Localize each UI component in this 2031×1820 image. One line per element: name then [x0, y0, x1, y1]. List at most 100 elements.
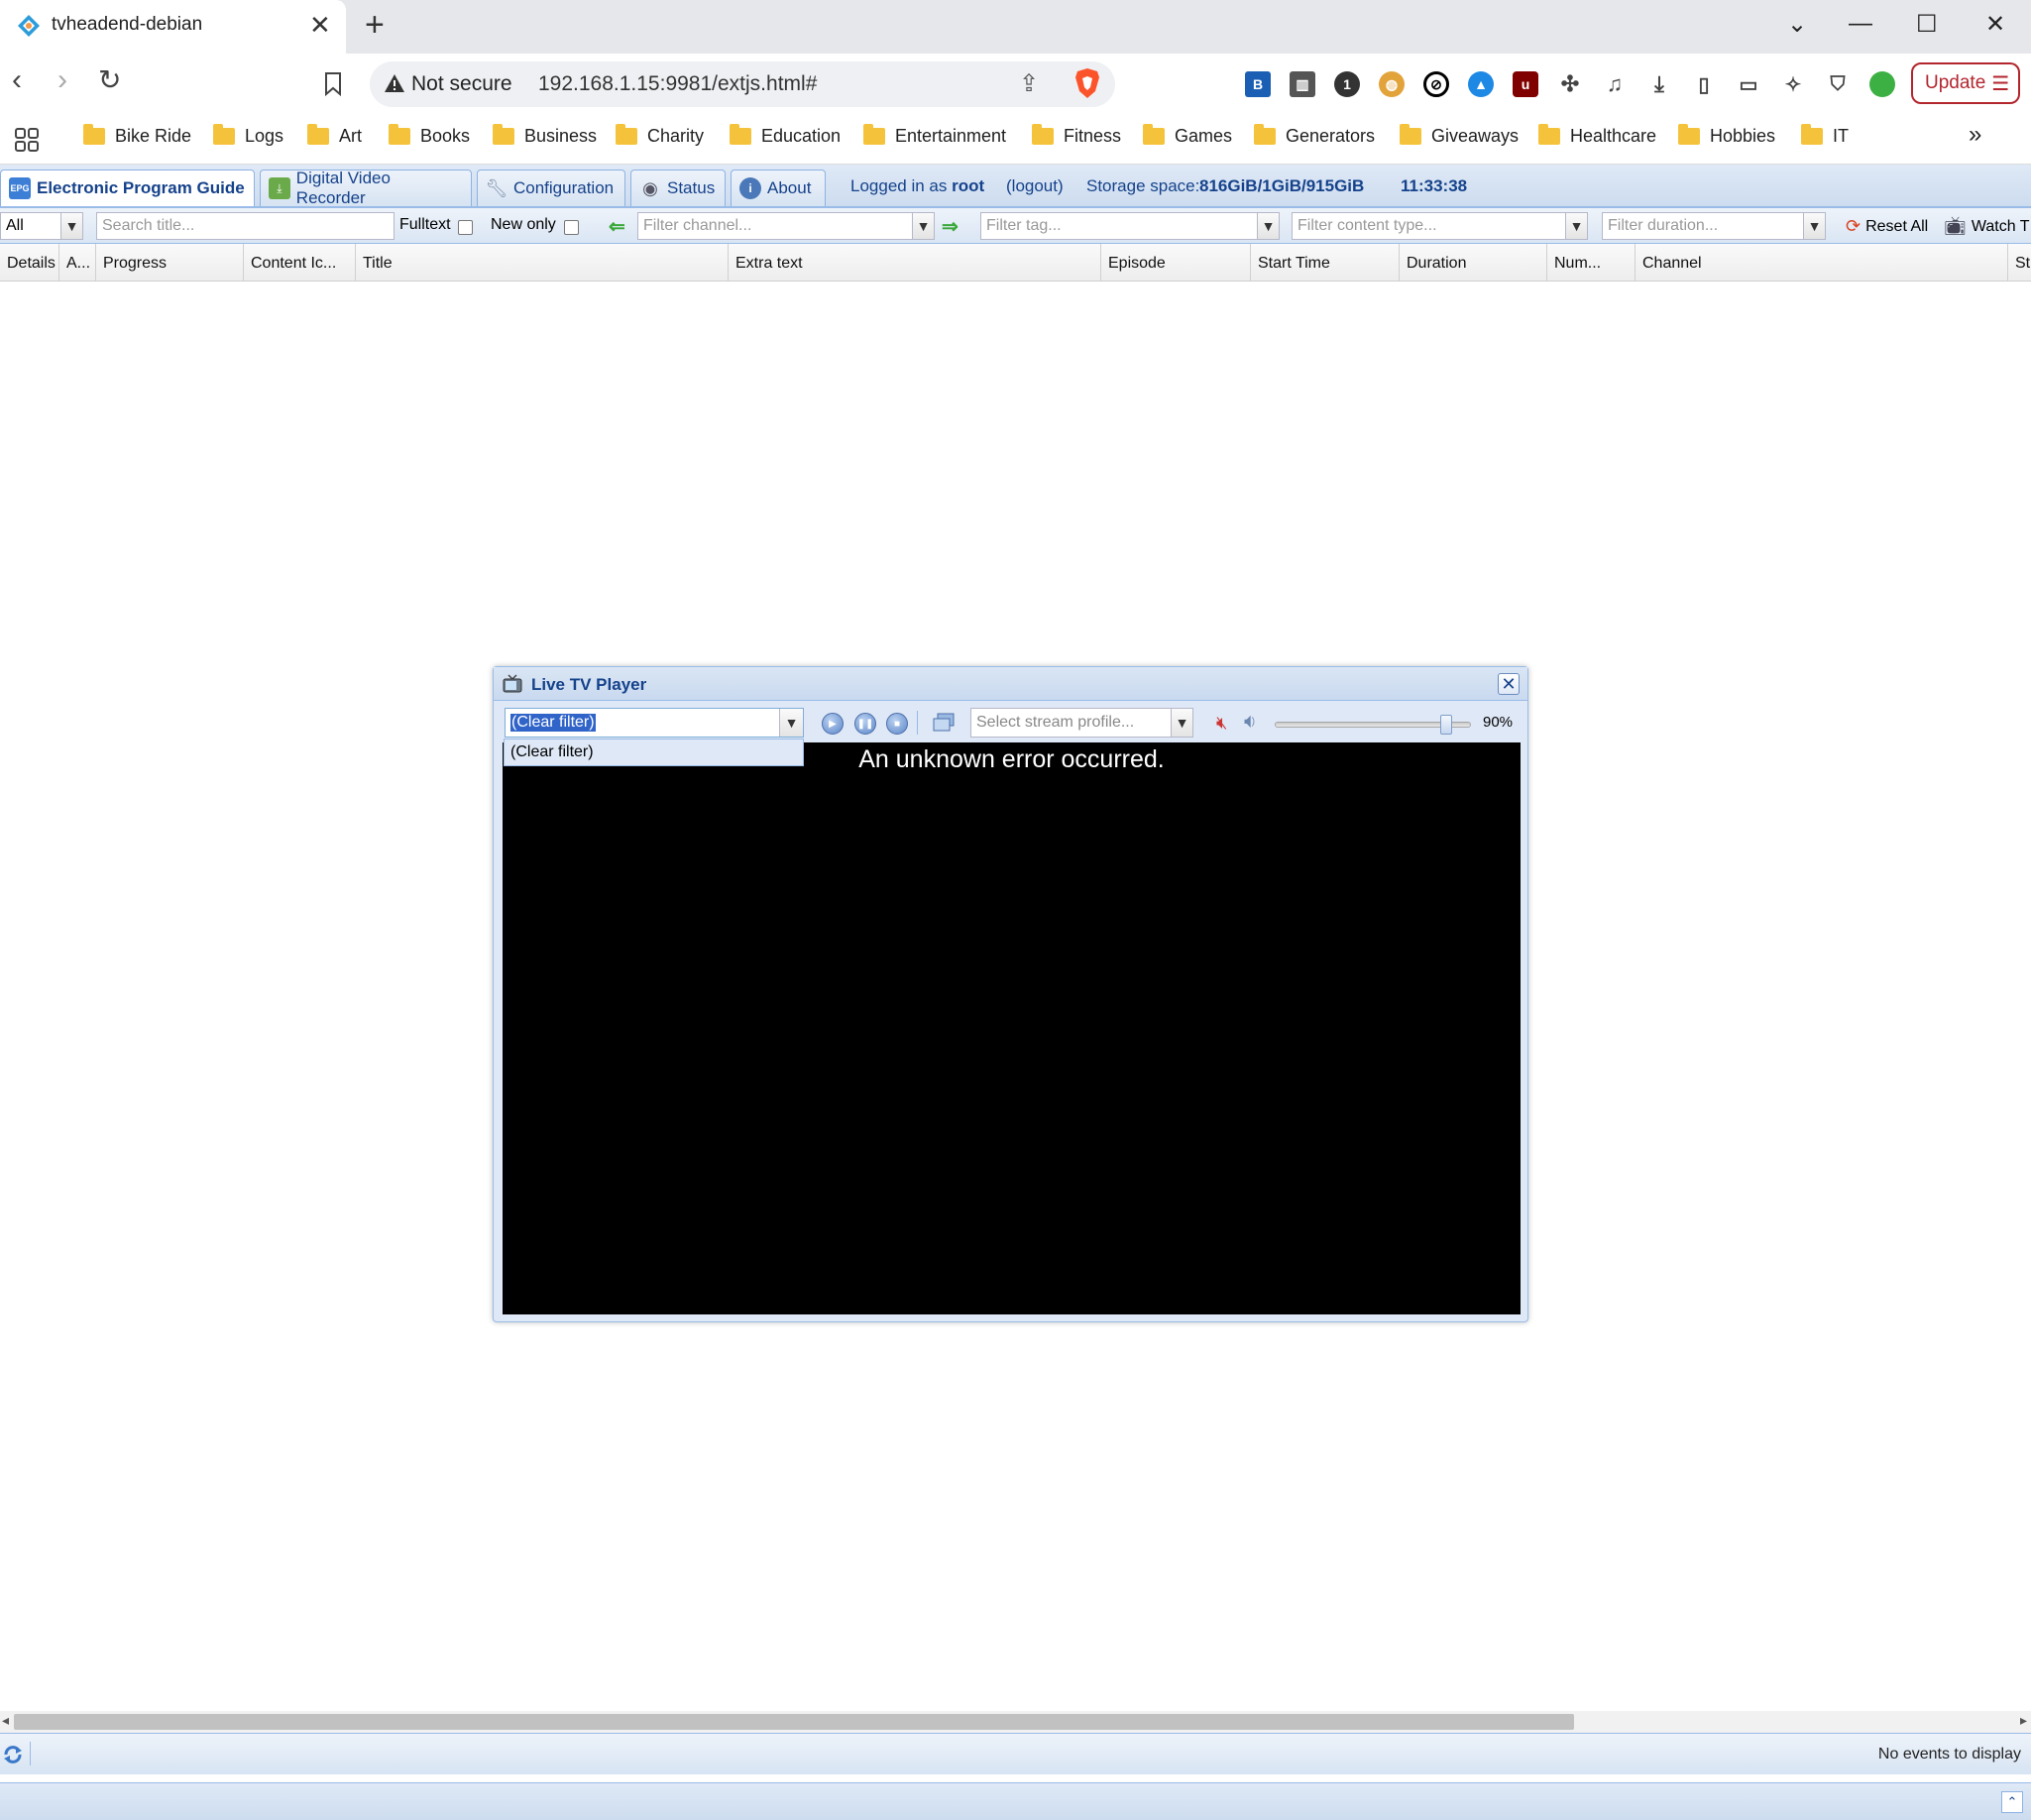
- extension-1password-icon[interactable]: 1: [1334, 71, 1360, 97]
- chevron-down-icon[interactable]: ▼: [1257, 213, 1279, 239]
- address-bar[interactable]: Not secure 192.168.1.15:9981/extjs.html#…: [370, 61, 1115, 107]
- logout-link[interactable]: (logout): [1006, 176, 1064, 196]
- reset-all-button[interactable]: ⟳ Reset All: [1846, 216, 1928, 237]
- new-only-checkbox[interactable]: [564, 220, 579, 235]
- fulltext-checkbox[interactable]: [458, 220, 473, 235]
- volume-slider[interactable]: [1275, 715, 1471, 735]
- previous-channel-arrow-icon[interactable]: ⇐: [609, 214, 625, 239]
- column-header[interactable]: Progress: [96, 244, 244, 282]
- bookmark-folder[interactable]: Games: [1143, 124, 1232, 147]
- bookmark-folder[interactable]: Business: [493, 124, 597, 147]
- wallet-icon[interactable]: ▭: [1736, 71, 1761, 97]
- share-icon[interactable]: ⇪: [1019, 69, 1039, 98]
- profile-avatar-icon[interactable]: [1869, 71, 1895, 97]
- bookmark-page-icon[interactable]: [323, 71, 343, 97]
- column-header[interactable]: Channel: [1636, 244, 2008, 282]
- chevron-down-icon[interactable]: ▼: [912, 213, 934, 239]
- tag-filter-combo[interactable]: Filter tag... ▼: [980, 212, 1280, 240]
- next-channel-arrow-icon[interactable]: ⇒: [942, 214, 959, 239]
- reload-icon[interactable]: ↻: [98, 63, 121, 96]
- column-header[interactable]: Title: [356, 244, 729, 282]
- leo-ai-icon[interactable]: ✧: [1780, 71, 1806, 97]
- chevron-down-icon[interactable]: ▼: [1565, 213, 1587, 239]
- not-secure-label[interactable]: Not secure: [411, 72, 512, 96]
- url-text[interactable]: 192.168.1.15:9981/extjs.html#: [538, 72, 817, 96]
- tab-close-icon[interactable]: ✕: [309, 10, 331, 40]
- volume-slider-thumb[interactable]: [1440, 715, 1452, 735]
- mode-select[interactable]: All ▼: [0, 212, 83, 240]
- bookmark-folder[interactable]: Books: [389, 124, 470, 147]
- video-display[interactable]: An unknown error occurred.: [503, 742, 1521, 1314]
- duration-filter-combo[interactable]: Filter duration... ▼: [1602, 212, 1826, 240]
- bookmark-folder[interactable]: Art: [307, 124, 362, 147]
- column-header[interactable]: Start Time: [1251, 244, 1400, 282]
- extension-block-icon[interactable]: ⊘: [1423, 71, 1449, 97]
- stream-profile-combo[interactable]: Select stream profile... ▼: [970, 708, 1193, 738]
- tab-epg[interactable]: EPG Electronic Program Guide: [0, 170, 255, 206]
- chevron-down-icon[interactable]: ▼: [1803, 213, 1825, 239]
- bookmark-folder[interactable]: Entertainment: [863, 124, 1006, 147]
- sidebar-toggle-icon[interactable]: ▯: [1691, 71, 1717, 97]
- search-title-input[interactable]: Search title...: [96, 212, 395, 240]
- bookmark-folder[interactable]: Generators: [1254, 124, 1375, 147]
- back-arrow-icon[interactable]: ‹: [12, 63, 22, 97]
- forward-arrow-icon[interactable]: ›: [57, 63, 67, 97]
- brave-shields-icon[interactable]: [1073, 67, 1101, 99]
- vpn-shield-icon[interactable]: ⛉: [1825, 71, 1851, 97]
- extensions-puzzle-icon[interactable]: ✣: [1557, 71, 1583, 97]
- chevron-down-icon[interactable]: ▼: [1171, 709, 1192, 737]
- update-button[interactable]: Update ☰: [1911, 62, 2020, 104]
- column-header[interactable]: Num...: [1547, 244, 1636, 282]
- bookmark-folder[interactable]: Education: [730, 124, 841, 147]
- bookmark-folder[interactable]: Giveaways: [1400, 124, 1519, 147]
- tab-configuration[interactable]: 🔧︎ Configuration: [477, 170, 625, 206]
- column-header[interactable]: St: [2008, 244, 2031, 282]
- more-bookmarks-icon[interactable]: »: [1969, 121, 1981, 149]
- bookmark-folder[interactable]: Bike Ride: [83, 124, 191, 147]
- extension-ublock-icon[interactable]: u: [1513, 71, 1538, 97]
- extension-archive-icon[interactable]: ▥: [1290, 71, 1315, 97]
- scroll-right-icon[interactable]: ▸: [2020, 1712, 2027, 1729]
- downloads-icon[interactable]: ⤓: [1646, 71, 1672, 97]
- extension-bitwarden-icon[interactable]: B: [1245, 71, 1271, 97]
- column-header[interactable]: Extra text: [729, 244, 1101, 282]
- refresh-icon[interactable]: [2, 1744, 24, 1765]
- channel-select-combo[interactable]: (Clear filter) ▼: [505, 708, 804, 738]
- pause-icon[interactable]: ❚❚: [854, 713, 876, 735]
- minimize-window-button[interactable]: —: [1849, 10, 1872, 38]
- tab-status[interactable]: ◉ Status: [630, 170, 726, 206]
- mute-icon[interactable]: 🔇︎: [1216, 713, 1227, 734]
- channel-select-value[interactable]: (Clear filter): [510, 714, 596, 732]
- close-icon[interactable]: ✕: [1498, 673, 1520, 695]
- apps-grid-icon[interactable]: [14, 127, 40, 153]
- bookmark-folder[interactable]: Fitness: [1032, 124, 1121, 147]
- watch-tv-button[interactable]: 📺︎ Watch T: [1944, 216, 2030, 237]
- media-music-icon[interactable]: ♫: [1602, 71, 1628, 97]
- column-header[interactable]: Content Ic...: [244, 244, 356, 282]
- column-header[interactable]: Duration: [1400, 244, 1547, 282]
- scroll-left-icon[interactable]: ◂: [2, 1712, 9, 1729]
- stop-icon[interactable]: ■: [886, 713, 908, 735]
- bookmark-folder[interactable]: Logs: [213, 124, 283, 147]
- bookmark-folder[interactable]: IT: [1801, 124, 1849, 147]
- bookmark-folder[interactable]: Healthcare: [1538, 124, 1656, 147]
- maximize-window-button[interactable]: ☐: [1916, 10, 1938, 39]
- close-window-button[interactable]: ✕: [1985, 10, 2005, 39]
- dropdown-item[interactable]: (Clear filter): [510, 743, 797, 761]
- scrollbar-thumb[interactable]: [14, 1714, 1574, 1730]
- channel-filter-combo[interactable]: Filter channel... ▼: [637, 212, 935, 240]
- column-header[interactable]: Episode: [1101, 244, 1251, 282]
- browser-tab[interactable]: tvheadend-debian ✕: [0, 0, 346, 54]
- chevron-down-icon[interactable]: ▼: [779, 709, 803, 737]
- extension-globe-icon[interactable]: ◍: [1379, 71, 1405, 97]
- player-header[interactable]: Live TV Player ✕: [494, 667, 1527, 701]
- tab-dvr[interactable]: ⤓ Digital Video Recorder: [260, 169, 472, 207]
- extension-arrow-icon[interactable]: ▲: [1468, 71, 1494, 97]
- expand-up-icon[interactable]: ⌃: [2001, 1791, 2023, 1813]
- column-header[interactable]: A...: [59, 244, 96, 282]
- bookmark-folder[interactable]: Hobbies: [1678, 124, 1775, 147]
- play-icon[interactable]: ▶: [822, 713, 844, 735]
- tab-search-dropdown-icon[interactable]: ⌄: [1787, 10, 1807, 39]
- new-tab-button[interactable]: +: [365, 6, 385, 45]
- bookmark-folder[interactable]: Charity: [616, 124, 704, 147]
